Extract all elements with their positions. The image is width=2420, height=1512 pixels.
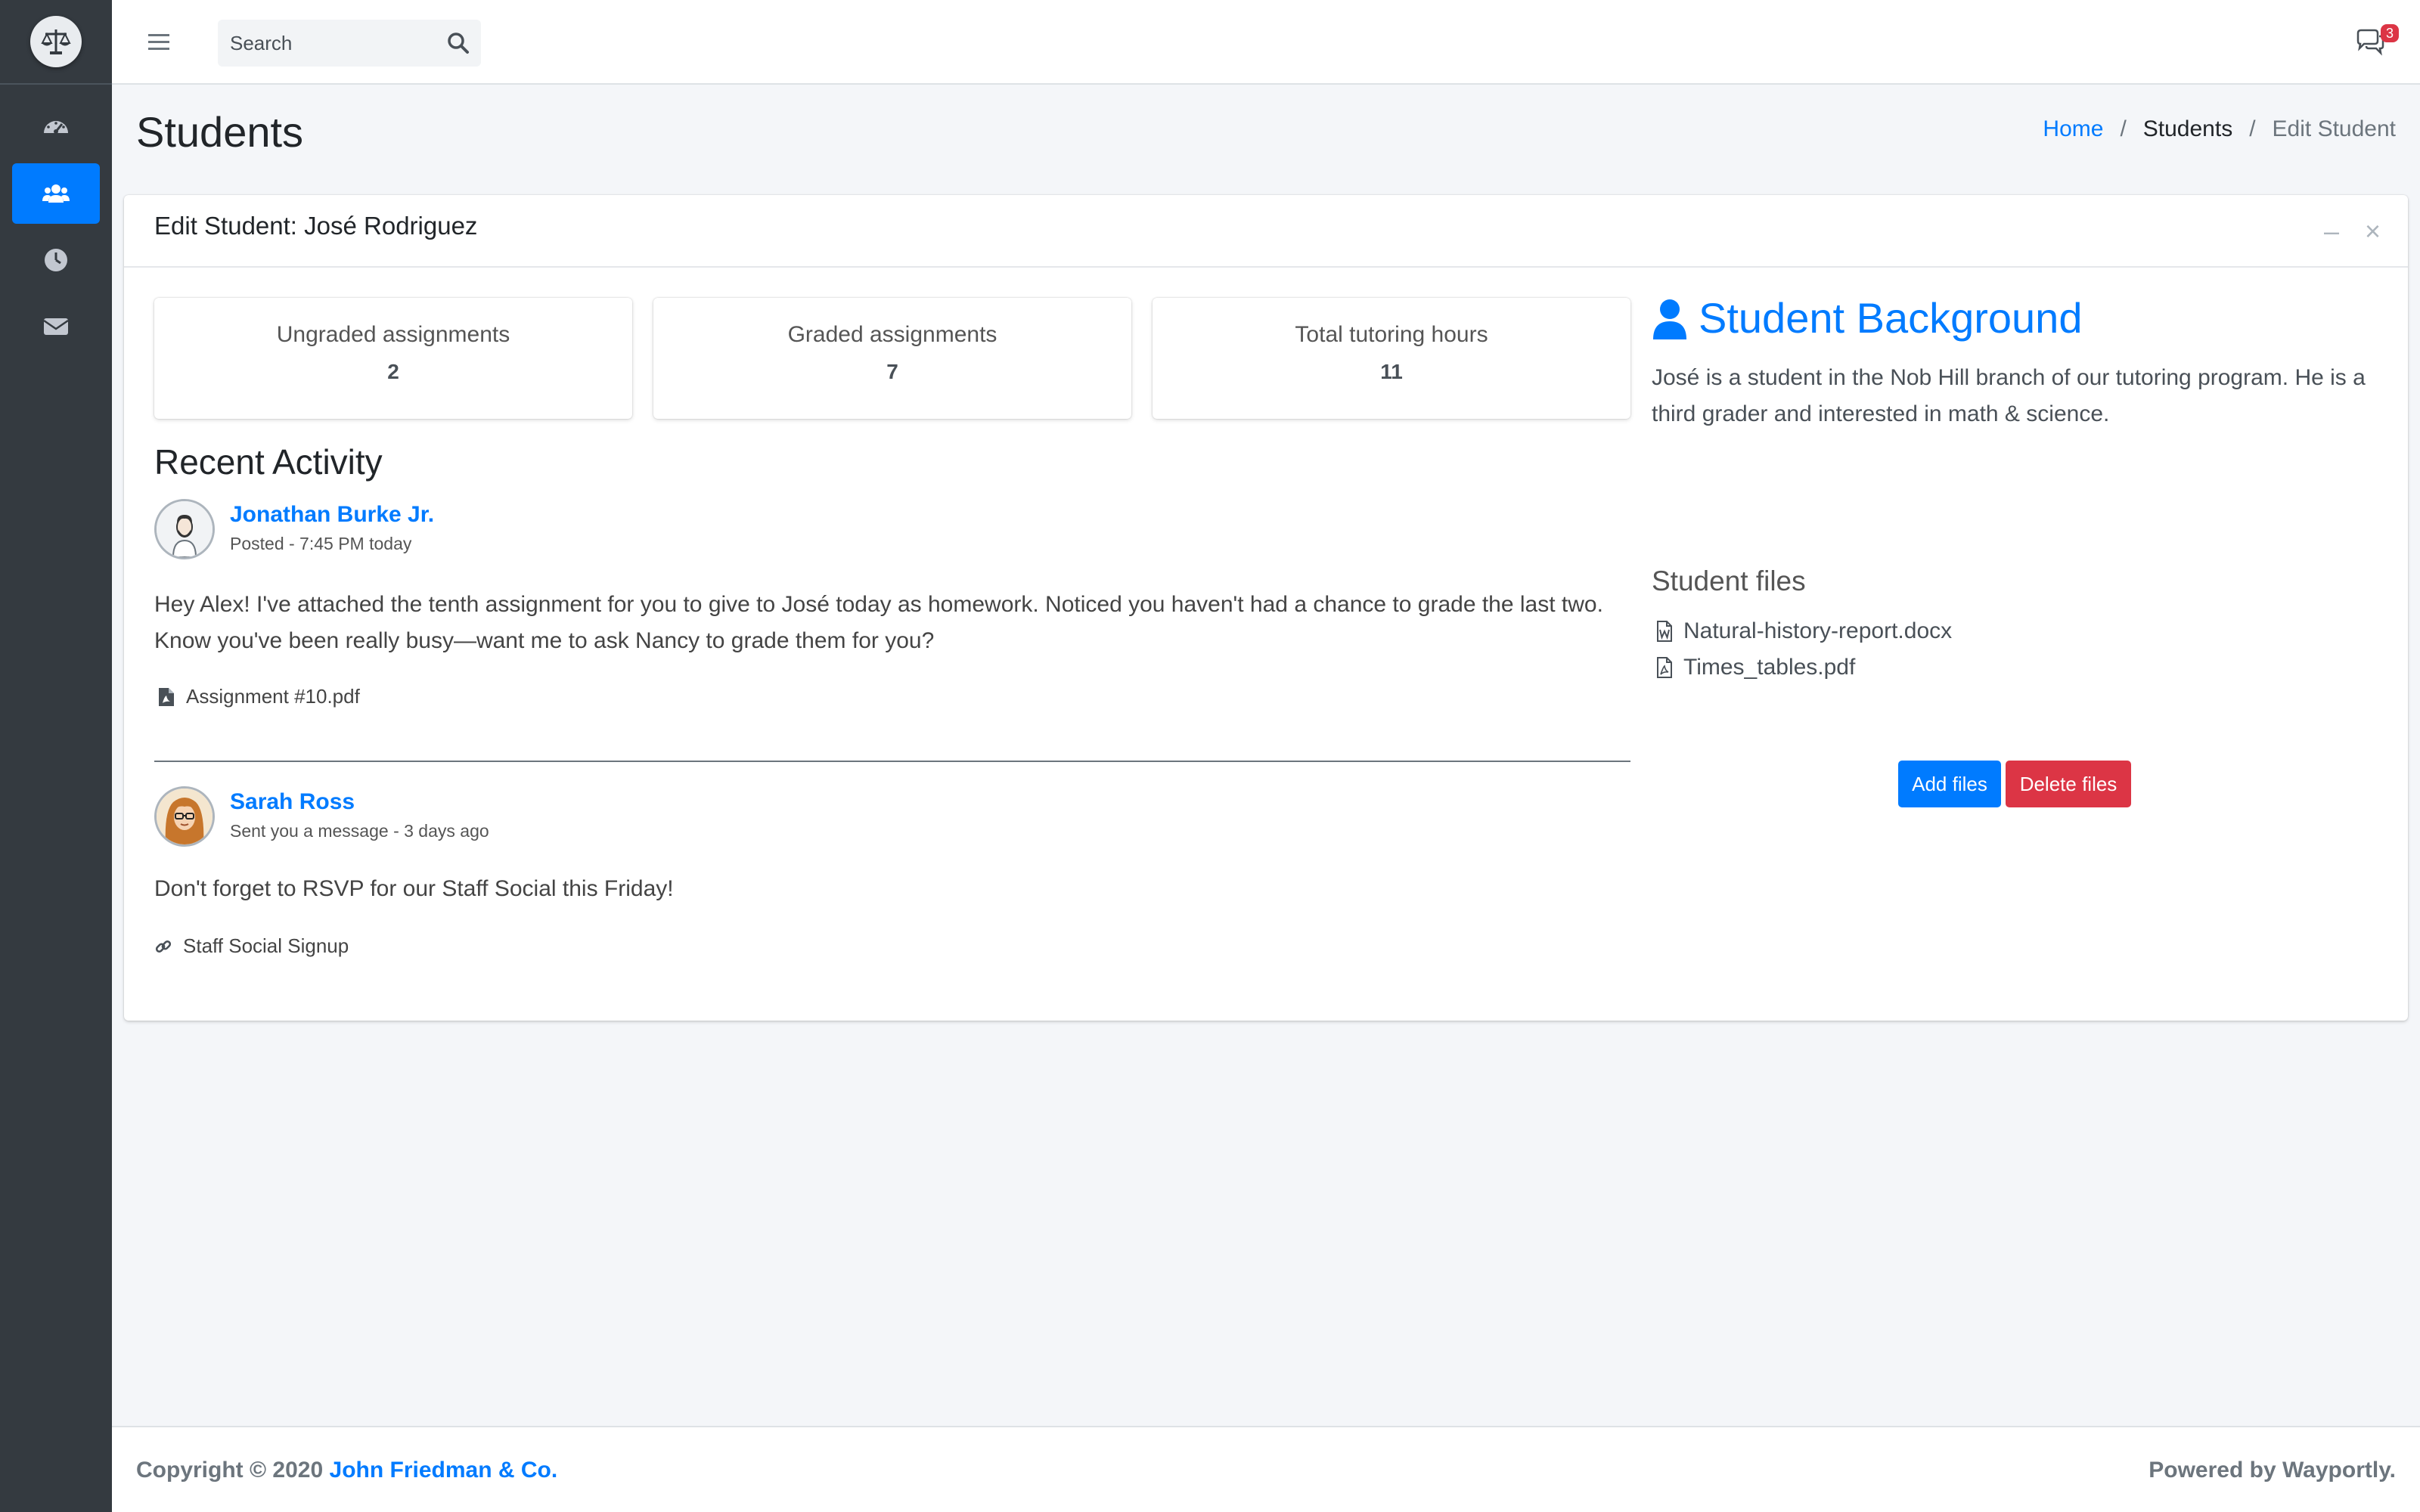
copyright-text: Copyright © 2020 — [136, 1458, 324, 1483]
close-icon[interactable]: × — [2365, 218, 2381, 245]
link-icon — [155, 940, 172, 953]
copyright: Copyright © 2020 John Friedman & Co. — [136, 1458, 557, 1483]
student-background-heading: Student Background — [1652, 293, 2082, 342]
post-text: Don't forget to RSVP for our Staff Socia… — [154, 871, 674, 907]
student-files-title: Student files — [1652, 565, 1806, 596]
avatar[interactable] — [154, 499, 215, 559]
post-text: Hey Alex! I've attached the tenth assign… — [154, 587, 1603, 659]
search-icon[interactable] — [446, 31, 470, 55]
add-files-button[interactable]: Add files — [1898, 761, 2001, 807]
company-link[interactable]: John Friedman & Co. — [330, 1458, 558, 1483]
recent-activity-title: Recent Activity — [154, 442, 383, 482]
post-divider — [154, 761, 1630, 762]
post-text-line: Know you've been really busy—want me to … — [154, 628, 935, 653]
post-meta: Sent you a message - 3 days ago — [230, 821, 489, 841]
post-link[interactable]: Staff Social Signup — [154, 934, 349, 958]
stat-label: Graded assignments — [787, 322, 997, 347]
sidebar-item-dashboard[interactable] — [12, 97, 100, 157]
stat-value: 2 — [387, 360, 399, 383]
search-placeholder: Search — [230, 31, 293, 54]
student-background-text: José is a student in the Nob Hill branch… — [1652, 365, 2366, 426]
stat-label: Ungraded assignments — [276, 322, 510, 347]
breadcrumb-current: Edit Student — [2272, 116, 2396, 141]
notification-badge: 3 — [2380, 24, 2399, 42]
breadcrumb-home[interactable]: Home — [2043, 116, 2103, 142]
users-icon — [42, 184, 70, 203]
file-name: Times_tables.pdf — [1683, 655, 1856, 680]
edit-student-card: Edit Student: José Rodriguez – × Ungrade… — [124, 195, 2408, 1021]
hamburger-menu-icon[interactable] — [145, 29, 172, 56]
activity-post: Sarah Ross Sent you a message - 3 days a… — [154, 786, 1630, 983]
post-text-line: Don't forget to RSVP for our Staff Socia… — [154, 876, 674, 901]
word-file-icon — [1657, 621, 1672, 642]
post-author[interactable]: Sarah Ross — [230, 789, 355, 815]
activity-post: Jonathan Burke Jr. Posted - 7:45 PM toda… — [154, 499, 1630, 726]
pdf-file-icon — [1657, 657, 1672, 678]
sidebar-item-messages[interactable] — [12, 296, 100, 357]
breadcrumb-separator: / — [2120, 116, 2127, 141]
file-item[interactable]: Natural-history-report.docx — [1656, 618, 1952, 644]
logo-area — [0, 0, 112, 85]
topbar: Search 3 — [112, 0, 2420, 85]
post-text-line: Hey Alex! I've attached the tenth assign… — [154, 592, 1603, 617]
card-title: Edit Student: José Rodriguez — [154, 212, 478, 240]
post-author[interactable]: Jonathan Burke Jr. — [230, 502, 434, 528]
breadcrumb-students[interactable]: Students — [2143, 116, 2232, 142]
envelope-icon — [43, 318, 69, 335]
dashboard-gauge-icon — [44, 121, 68, 134]
stat-graded-assignments: Graded assignments 7 — [653, 298, 1131, 419]
stat-value: 7 — [886, 360, 898, 383]
breadcrumb-separator: / — [2249, 116, 2256, 141]
delete-files-button[interactable]: Delete files — [2006, 761, 2131, 807]
pdf-file-icon — [159, 687, 174, 706]
user-icon — [1653, 299, 1686, 339]
link-label: Staff Social Signup — [183, 934, 349, 957]
file-name: Natural-history-report.docx — [1683, 618, 1953, 643]
sidebar-item-history[interactable] — [12, 230, 100, 290]
stat-value: 11 — [1380, 360, 1403, 383]
page-title: Students — [136, 108, 304, 156]
sidebar — [0, 0, 112, 1512]
stat-ungraded-assignments: Ungraded assignments 2 — [154, 298, 632, 419]
footer: Copyright © 2020 John Friedman & Co. Pow… — [112, 1426, 2420, 1512]
attachment-name: Assignment #10.pdf — [186, 685, 360, 708]
file-item[interactable]: Times_tables.pdf — [1656, 655, 1855, 680]
post-attachment[interactable]: Assignment #10.pdf — [157, 685, 360, 708]
sidebar-nav — [0, 85, 112, 357]
card-tools: – × — [2324, 218, 2381, 245]
stat-tutoring-hours: Total tutoring hours 11 — [1153, 298, 1630, 419]
stat-label: Total tutoring hours — [1295, 322, 1488, 347]
search-input[interactable]: Search — [218, 20, 481, 67]
card-header: Edit Student: José Rodriguez – × — [124, 195, 2408, 268]
sidebar-item-students[interactable] — [12, 163, 100, 224]
student-background-title: Student Background — [1699, 294, 2083, 342]
breadcrumb: Home / Students / Edit Student — [2043, 116, 2396, 142]
scales-of-justice-icon[interactable] — [30, 16, 82, 67]
avatar[interactable] — [154, 786, 215, 847]
post-meta: Posted - 7:45 PM today — [230, 534, 412, 553]
powered-by: Powered by Wayportly. — [2149, 1458, 2396, 1483]
minimize-icon[interactable]: – — [2324, 218, 2339, 245]
clock-icon — [45, 249, 67, 271]
